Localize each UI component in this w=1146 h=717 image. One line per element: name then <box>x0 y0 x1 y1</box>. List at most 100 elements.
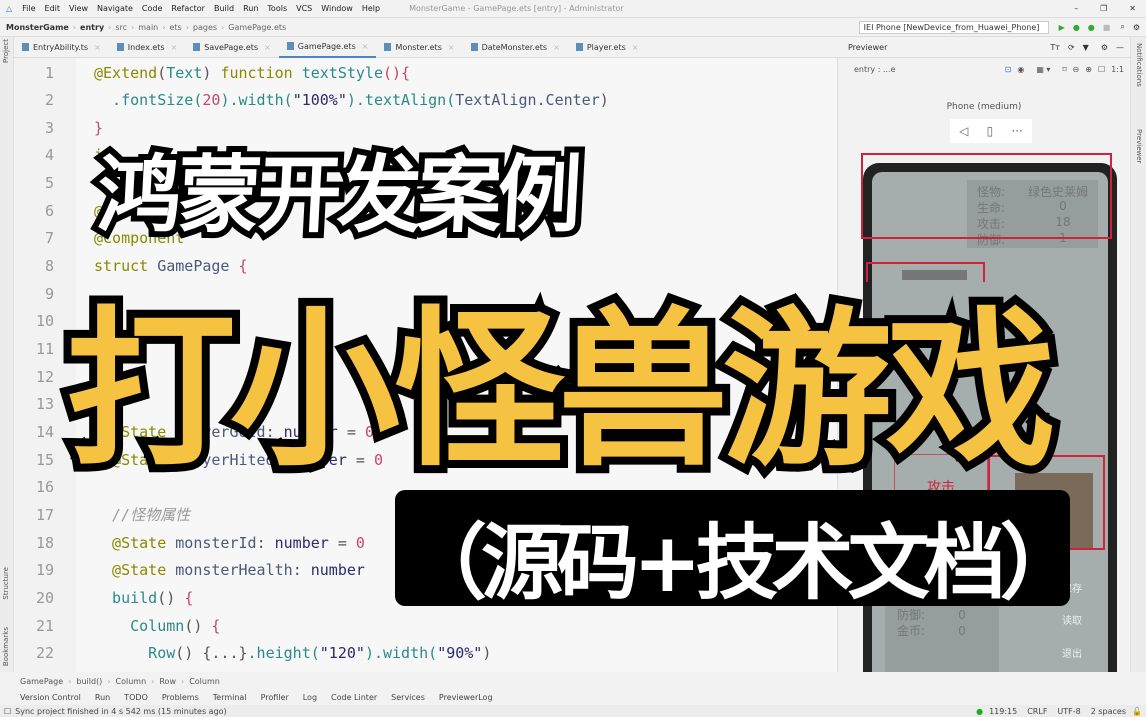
close-tab-icon[interactable]: × <box>264 43 271 52</box>
close-tab-icon[interactable]: × <box>553 43 560 52</box>
filter-icon[interactable]: ▼ <box>1083 43 1089 52</box>
tool-problems[interactable]: Problems <box>162 693 199 702</box>
bookmarks-tool-tab[interactable]: Bookmarks <box>0 627 13 666</box>
frame-icon[interactable]: ☐ <box>1098 65 1105 74</box>
back-icon[interactable]: ◁ <box>959 124 968 138</box>
code-line: 16 <box>14 474 54 501</box>
attach-icon[interactable]: ● <box>1088 23 1095 32</box>
chevron-right-icon: › <box>221 22 225 32</box>
search-icon[interactable]: ⌕ <box>1120 22 1124 32</box>
code-line: 20 build() { <box>14 584 193 611</box>
code-token: = <box>328 533 356 552</box>
breadcrumb-item[interactable]: ets <box>169 23 181 32</box>
line-number: 3 <box>44 118 54 137</box>
breadcrumb-item[interactable]: pages <box>193 23 217 32</box>
chevron-right-icon: › <box>131 22 135 32</box>
close-tab-icon[interactable]: × <box>362 42 369 51</box>
tab-gamepage-ets[interactable]: GamePage.ets × <box>278 37 377 58</box>
tool-code-linter[interactable]: Code Linter <box>331 693 377 702</box>
menu-item-help[interactable]: Help <box>362 4 380 13</box>
notifications-tool-tab[interactable]: Notifications <box>1132 43 1145 87</box>
hide-icon[interactable]: — <box>1116 43 1124 52</box>
zoom-in-icon[interactable]: ⊕ <box>1085 65 1092 74</box>
more-icon[interactable]: ··· <box>1011 124 1022 138</box>
run-icon[interactable]: ▶ <box>1059 23 1065 32</box>
tab-entryability-ts[interactable]: EntryAbility.ts × <box>14 37 109 58</box>
breadcrumb-item[interactable]: Column <box>189 677 220 686</box>
tool-terminal[interactable]: Terminal <box>213 693 247 702</box>
tool-log[interactable]: Log <box>303 693 317 702</box>
project-tool-tab[interactable]: Project <box>0 39 13 63</box>
tab-savepage-ets[interactable]: SavePage.ets × <box>185 37 278 58</box>
breadcrumb-item[interactable]: entry <box>80 23 104 32</box>
tab-player-ets[interactable]: Player.ets × <box>568 37 647 58</box>
tab-datemonster-ets[interactable]: DateMonster.ets × <box>463 37 568 58</box>
breadcrumb-item[interactable]: Row <box>159 677 176 686</box>
menu-item-window[interactable]: Window <box>321 4 353 13</box>
previewer-tool-tab[interactable]: Previewer <box>1132 129 1145 163</box>
breadcrumb-item[interactable]: src <box>115 23 127 32</box>
menu-item-refactor[interactable]: Refactor <box>171 4 205 13</box>
tab-label: EntryAbility.ts <box>33 42 89 52</box>
refresh-icon[interactable]: ⟳ <box>1068 43 1075 52</box>
tool-todo[interactable]: TODO <box>124 693 148 702</box>
code-token: { <box>184 588 194 607</box>
menu-item-run[interactable]: Run <box>243 4 258 13</box>
close-tab-icon[interactable]: × <box>632 43 639 52</box>
fit-icon[interactable]: ⌑ <box>1062 65 1066 74</box>
tab-index-ets[interactable]: Index.ets × <box>109 37 186 58</box>
encoding[interactable]: UTF-8 <box>1057 707 1080 716</box>
gear-icon[interactable]: ⚙ <box>1133 23 1140 32</box>
rotate-icon[interactable]: ▯ <box>987 124 994 138</box>
code-token: ) <box>482 644 492 663</box>
structure-tool-tab[interactable]: Structure <box>0 567 13 600</box>
exit-button[interactable]: 退出 <box>1062 645 1082 660</box>
stop-icon[interactable]: ■ <box>1103 23 1111 32</box>
gear-icon[interactable]: ⚙ <box>1101 43 1108 52</box>
menu-item-code[interactable]: Code <box>142 4 162 13</box>
breadcrumb-item[interactable]: build() <box>76 677 102 686</box>
code-text: //怪物属性 <box>94 504 190 525</box>
entry-selector[interactable]: entry : ...e <box>854 65 895 74</box>
menu-item-edit[interactable]: Edit <box>45 4 61 13</box>
line-ending[interactable]: CRLF <box>1027 707 1047 716</box>
clear-icon[interactable]: ◉ <box>1017 65 1024 74</box>
tool-profiler[interactable]: Profiler <box>261 693 289 702</box>
indent[interactable]: 2 spaces <box>1091 707 1126 716</box>
breadcrumb-item[interactable]: GamePage <box>20 677 63 686</box>
tab-monster-ets[interactable]: Monster.ets × <box>376 37 462 58</box>
tool-version-control[interactable]: Version Control <box>20 693 81 702</box>
menu-item-tools[interactable]: Tools <box>267 4 287 13</box>
zoom-out-icon[interactable]: ⊖ <box>1073 65 1080 74</box>
highlight-box <box>861 153 1112 239</box>
breadcrumb-item[interactable]: GamePage.ets <box>228 23 286 32</box>
layout-icon[interactable]: ▦ ▾ <box>1036 65 1050 74</box>
close-button[interactable]: ✕ <box>1129 4 1136 13</box>
close-tab-icon[interactable]: × <box>171 43 178 52</box>
breadcrumb-item[interactable]: Column <box>116 677 147 686</box>
breadcrumb-item[interactable]: main <box>138 23 158 32</box>
breadcrumb-item[interactable]: MonsterGame <box>6 23 69 32</box>
close-tab-icon[interactable]: × <box>94 43 101 52</box>
menu-item-build[interactable]: Build <box>214 4 234 13</box>
code-token: @Extend <box>94 63 158 82</box>
inspector-icon[interactable]: ⊡ <box>1005 65 1012 74</box>
font-icon[interactable]: Tт <box>1050 43 1060 52</box>
cursor-position[interactable]: 119:15 <box>989 707 1017 716</box>
device-selector[interactable]: IEI Phone [NewDevice_from_Huawei_Phone] <box>858 20 1049 34</box>
code-token: @State <box>94 561 176 580</box>
original-size-icon[interactable]: 1:1 <box>1111 65 1124 74</box>
tool-run[interactable]: Run <box>95 693 110 702</box>
tab-label: Index.ets <box>127 42 165 52</box>
maximize-button[interactable]: ❐ <box>1100 4 1107 13</box>
tool-services[interactable]: Services <box>391 693 425 702</box>
menu-item-file[interactable]: File <box>22 4 35 13</box>
menu-item-view[interactable]: View <box>69 4 88 13</box>
menu-item-vcs[interactable]: VCS <box>296 4 312 13</box>
close-tab-icon[interactable]: × <box>448 43 455 52</box>
debug-icon[interactable]: ● <box>1073 23 1080 32</box>
menu-item-navigate[interactable]: Navigate <box>97 4 133 13</box>
tool-previewerlog[interactable]: PreviewerLog <box>439 693 493 702</box>
code-token: 20 <box>202 91 221 110</box>
minimize-button[interactable]: – <box>1074 4 1078 13</box>
